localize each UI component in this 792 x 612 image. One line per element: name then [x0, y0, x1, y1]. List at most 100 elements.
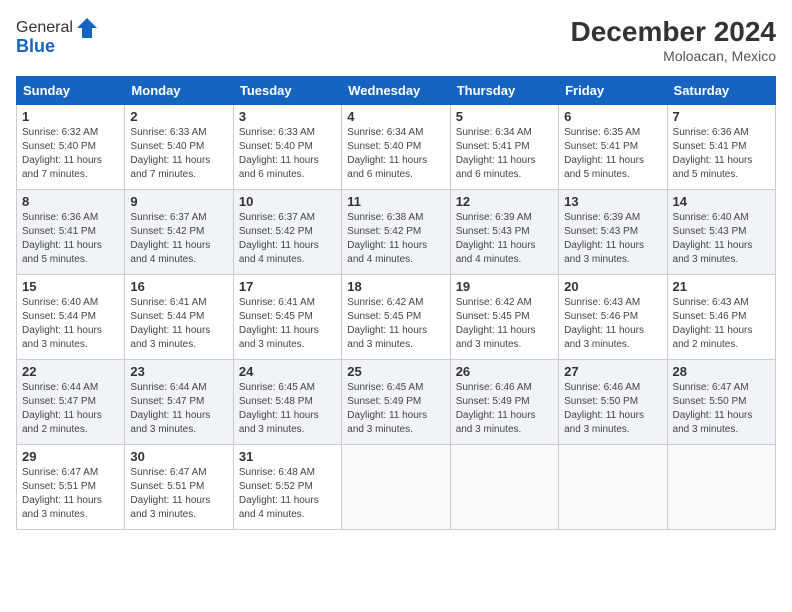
calendar-cell: 7 Sunrise: 6:36 AM Sunset: 5:41 PM Daylig…	[667, 105, 775, 190]
day-number: 8	[22, 194, 119, 209]
day-number: 13	[564, 194, 661, 209]
day-number: 9	[130, 194, 227, 209]
day-info: Sunrise: 6:40 AM Sunset: 5:43 PM Dayligh…	[673, 211, 770, 267]
day-number: 24	[239, 364, 336, 379]
day-info: Sunrise: 6:44 AM Sunset: 5:47 PM Dayligh…	[130, 381, 227, 437]
day-number: 14	[673, 194, 770, 209]
day-number: 2	[130, 109, 227, 124]
calendar-cell: 2 Sunrise: 6:33 AM Sunset: 5:40 PM Daylig…	[125, 105, 233, 190]
calendar-cell: 27 Sunrise: 6:46 AM Sunset: 5:50 PM Dayli…	[559, 360, 667, 445]
day-number: 31	[239, 449, 336, 464]
calendar-cell: 8 Sunrise: 6:36 AM Sunset: 5:41 PM Daylig…	[17, 190, 125, 275]
day-info: Sunrise: 6:45 AM Sunset: 5:49 PM Dayligh…	[347, 381, 444, 437]
calendar-cell: 28Sunrise: 6:47 AM Sunset: 5:50 PM Dayli…	[667, 360, 775, 445]
day-number: 19	[456, 279, 553, 294]
day-info: Sunrise: 6:41 AM Sunset: 5:45 PM Dayligh…	[239, 296, 336, 352]
calendar-cell: 17 Sunrise: 6:41 AM Sunset: 5:45 PM Dayli…	[233, 275, 341, 360]
day-number: 23	[130, 364, 227, 379]
day-info: Sunrise: 6:42 AM Sunset: 5:45 PM Dayligh…	[456, 296, 553, 352]
weekday-header: Monday	[125, 77, 233, 105]
day-number: 18	[347, 279, 444, 294]
day-number: 4	[347, 109, 444, 124]
calendar-cell: 6Sunrise: 6:35 AM Sunset: 5:41 PM Daylig…	[559, 105, 667, 190]
day-number: 17	[239, 279, 336, 294]
weekday-header: Thursday	[450, 77, 558, 105]
calendar-cell: 24 Sunrise: 6:45 AM Sunset: 5:48 PM Dayli…	[233, 360, 341, 445]
day-info: Sunrise: 6:42 AM Sunset: 5:45 PM Dayligh…	[347, 296, 444, 352]
day-info: Sunrise: 6:33 AM Sunset: 5:40 PM Dayligh…	[130, 126, 227, 182]
calendar-cell: 18 Sunrise: 6:42 AM Sunset: 5:45 PM Dayli…	[342, 275, 450, 360]
calendar-cell: 25Sunrise: 6:45 AM Sunset: 5:49 PM Dayli…	[342, 360, 450, 445]
weekday-header: Saturday	[667, 77, 775, 105]
day-info: Sunrise: 6:33 AM Sunset: 5:40 PM Dayligh…	[239, 126, 336, 182]
day-number: 22	[22, 364, 119, 379]
calendar-cell: 30 Sunrise: 6:47 AM Sunset: 5:51 PM Dayli…	[125, 445, 233, 530]
day-number: 3	[239, 109, 336, 124]
calendar-cell	[342, 445, 450, 530]
day-number: 7	[673, 109, 770, 124]
day-number: 1	[22, 109, 119, 124]
day-number: 20	[564, 279, 661, 294]
calendar-cell: 23 Sunrise: 6:44 AM Sunset: 5:47 PM Dayli…	[125, 360, 233, 445]
calendar-cell: 16Sunrise: 6:41 AM Sunset: 5:44 PM Dayli…	[125, 275, 233, 360]
day-info: Sunrise: 6:44 AM Sunset: 5:47 PM Dayligh…	[22, 381, 119, 437]
day-info: Sunrise: 6:46 AM Sunset: 5:50 PM Dayligh…	[564, 381, 661, 437]
calendar-week-row: 22 Sunrise: 6:44 AM Sunset: 5:47 PM Dayli…	[17, 360, 776, 445]
calendar-cell: 9 Sunrise: 6:37 AM Sunset: 5:42 PM Daylig…	[125, 190, 233, 275]
day-info: Sunrise: 6:43 AM Sunset: 5:46 PM Dayligh…	[564, 296, 661, 352]
day-info: Sunrise: 6:32 AM Sunset: 5:40 PM Dayligh…	[22, 126, 119, 182]
calendar-cell: 4Sunrise: 6:34 AM Sunset: 5:40 PM Daylig…	[342, 105, 450, 190]
day-info: Sunrise: 6:45 AM Sunset: 5:48 PM Dayligh…	[239, 381, 336, 437]
calendar-cell: 19 Sunrise: 6:42 AM Sunset: 5:45 PM Dayli…	[450, 275, 558, 360]
weekday-header: Friday	[559, 77, 667, 105]
day-number: 26	[456, 364, 553, 379]
location: Moloacan, Mexico	[571, 48, 776, 64]
calendar-cell: 13Sunrise: 6:39 AM Sunset: 5:43 PM Dayli…	[559, 190, 667, 275]
calendar-cell	[450, 445, 558, 530]
day-info: Sunrise: 6:40 AM Sunset: 5:44 PM Dayligh…	[22, 296, 119, 352]
day-number: 15	[22, 279, 119, 294]
day-number: 5	[456, 109, 553, 124]
logo: General Blue	[16, 16, 99, 57]
day-number: 12	[456, 194, 553, 209]
logo-general-text: General	[16, 19, 73, 37]
day-info: Sunrise: 6:47 AM Sunset: 5:51 PM Dayligh…	[130, 466, 227, 522]
calendar-cell: 22 Sunrise: 6:44 AM Sunset: 5:47 PM Dayli…	[17, 360, 125, 445]
day-info: Sunrise: 6:37 AM Sunset: 5:42 PM Dayligh…	[130, 211, 227, 267]
day-number: 21	[673, 279, 770, 294]
day-info: Sunrise: 6:36 AM Sunset: 5:41 PM Dayligh…	[673, 126, 770, 182]
calendar-week-row: 8 Sunrise: 6:36 AM Sunset: 5:41 PM Daylig…	[17, 190, 776, 275]
day-number: 6	[564, 109, 661, 124]
day-number: 10	[239, 194, 336, 209]
day-number: 29	[22, 449, 119, 464]
weekday-header: Wednesday	[342, 77, 450, 105]
day-info: Sunrise: 6:47 AM Sunset: 5:51 PM Dayligh…	[22, 466, 119, 522]
day-info: Sunrise: 6:37 AM Sunset: 5:42 PM Dayligh…	[239, 211, 336, 267]
calendar-cell: 1 Sunrise: 6:32 AM Sunset: 5:40 PM Daylig…	[17, 105, 125, 190]
day-info: Sunrise: 6:38 AM Sunset: 5:42 PM Dayligh…	[347, 211, 444, 267]
day-info: Sunrise: 6:34 AM Sunset: 5:41 PM Dayligh…	[456, 126, 553, 182]
calendar-cell: 26 Sunrise: 6:46 AM Sunset: 5:49 PM Dayli…	[450, 360, 558, 445]
calendar-cell: 29 Sunrise: 6:47 AM Sunset: 5:51 PM Dayli…	[17, 445, 125, 530]
calendar-cell: 20 Sunrise: 6:43 AM Sunset: 5:46 PM Dayli…	[559, 275, 667, 360]
calendar-cell: 12Sunrise: 6:39 AM Sunset: 5:43 PM Dayli…	[450, 190, 558, 275]
calendar-week-row: 29 Sunrise: 6:47 AM Sunset: 5:51 PM Dayli…	[17, 445, 776, 530]
calendar-week-row: 15 Sunrise: 6:40 AM Sunset: 5:44 PM Dayli…	[17, 275, 776, 360]
calendar-table: SundayMondayTuesdayWednesdayThursdayFrid…	[16, 76, 776, 530]
calendar-cell: 15 Sunrise: 6:40 AM Sunset: 5:44 PM Dayli…	[17, 275, 125, 360]
calendar-cell: 31Sunrise: 6:48 AM Sunset: 5:52 PM Dayli…	[233, 445, 341, 530]
calendar-cell: 10 Sunrise: 6:37 AM Sunset: 5:42 PM Dayli…	[233, 190, 341, 275]
calendar-header-row: SundayMondayTuesdayWednesdayThursdayFrid…	[17, 77, 776, 105]
day-number: 16	[130, 279, 227, 294]
calendar-cell: 14 Sunrise: 6:40 AM Sunset: 5:43 PM Dayli…	[667, 190, 775, 275]
page-container: General Blue December 2024 Moloacan, Mex…	[0, 0, 792, 538]
title-section: December 2024 Moloacan, Mexico	[571, 16, 776, 64]
day-number: 30	[130, 449, 227, 464]
weekday-header: Tuesday	[233, 77, 341, 105]
day-info: Sunrise: 6:36 AM Sunset: 5:41 PM Dayligh…	[22, 211, 119, 267]
day-number: 27	[564, 364, 661, 379]
calendar-cell: 11Sunrise: 6:38 AM Sunset: 5:42 PM Dayli…	[342, 190, 450, 275]
logo-icon	[75, 16, 99, 40]
day-info: Sunrise: 6:46 AM Sunset: 5:49 PM Dayligh…	[456, 381, 553, 437]
day-number: 28	[673, 364, 770, 379]
